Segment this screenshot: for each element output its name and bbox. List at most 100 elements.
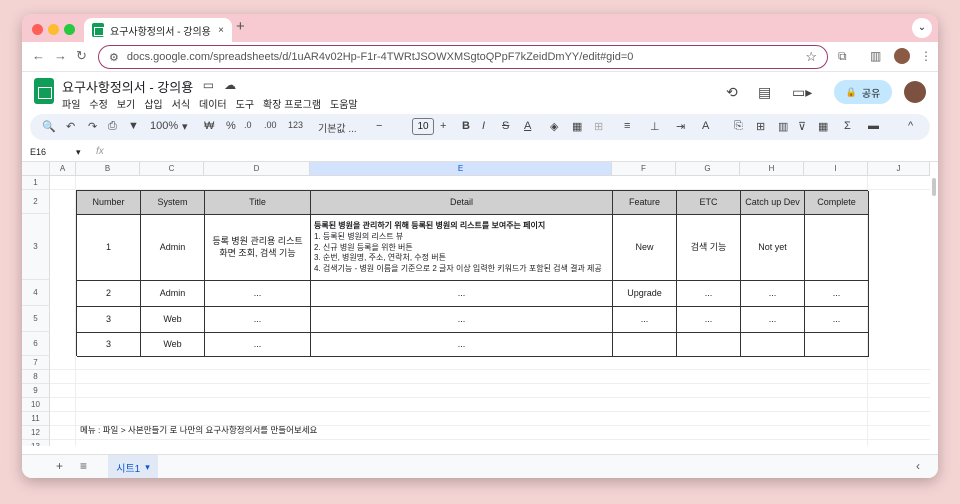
cell-number[interactable]: 3 [77, 307, 141, 333]
name-box-dropdown-icon[interactable]: ▾ [76, 147, 81, 158]
sheets-logo-icon[interactable] [34, 78, 54, 104]
cell-etc[interactable]: 검색 기능 [677, 215, 741, 281]
cell-detail[interactable]: ... [311, 307, 613, 333]
url-text[interactable]: docs.google.com/spreadsheets/d/1uAR4v02H… [127, 51, 797, 63]
cell-etc[interactable]: ... [677, 307, 741, 333]
font-size-minus-button[interactable]: − [376, 120, 382, 132]
select-all-corner[interactable] [22, 162, 50, 176]
filter-views-icon[interactable]: ▦ [818, 120, 828, 133]
extensions-icon[interactable]: ⧉ [838, 49, 847, 64]
filter-icon[interactable]: ⊽ [798, 120, 806, 133]
url-omnibox[interactable]: ⚙ docs.google.com/spreadsheets/d/1uAR4v0… [98, 45, 828, 69]
browser-profile-avatar[interactable] [894, 48, 910, 64]
row-header-5[interactable]: 5 [22, 306, 50, 332]
cell-system[interactable]: Admin [141, 281, 205, 307]
back-button[interactable]: ← [32, 48, 45, 63]
browser-menu-icon[interactable]: ⋮ [920, 49, 932, 63]
header-number[interactable]: Number [77, 191, 141, 215]
row-header-11[interactable]: 11 [22, 412, 50, 426]
version-history-icon[interactable]: ⟲ [726, 84, 738, 101]
functions-icon[interactable]: Σ [844, 120, 851, 132]
row-header-6[interactable]: 6 [22, 332, 50, 356]
insert-link-icon[interactable]: ⎘ [734, 120, 743, 133]
meet-icon[interactable]: ▭▸ [792, 84, 812, 101]
bookmark-star-icon[interactable]: ☆ [805, 49, 817, 65]
cloud-status-icon[interactable]: ☁ [224, 78, 236, 92]
cell-system[interactable]: Web [141, 333, 205, 357]
undo-icon[interactable]: ↶ [66, 120, 75, 133]
row-header-4[interactable]: 4 [22, 280, 50, 306]
header-feature[interactable]: Feature [613, 191, 677, 215]
cell-feature[interactable]: ... [613, 307, 677, 333]
cell-system[interactable]: Web [141, 307, 205, 333]
row-header-9[interactable]: 9 [22, 384, 50, 398]
menu-tools[interactable]: 도구 [236, 96, 254, 111]
font-family-select[interactable]: 기본값 ... [318, 120, 357, 135]
row-header-1[interactable]: 1 [22, 176, 50, 190]
fill-color-icon[interactable]: ◈ [550, 120, 558, 133]
header-detail[interactable]: Detail [311, 191, 613, 215]
share-button[interactable]: 🔒 공유 [834, 80, 892, 104]
zoom-select[interactable]: 100% [150, 120, 178, 132]
maximize-window-button[interactable] [64, 24, 75, 35]
more-formats-button[interactable]: 123 [288, 120, 303, 130]
new-tab-button[interactable]: + [236, 18, 245, 35]
bold-button[interactable]: B [462, 120, 470, 132]
all-sheets-button[interactable]: ≡ [80, 459, 87, 473]
header-system[interactable]: System [141, 191, 205, 215]
row-header-3[interactable]: 3 [22, 214, 50, 280]
header-catchup-dev[interactable]: Catch up Dev [741, 191, 805, 215]
cell-complete[interactable] [805, 215, 869, 281]
column-header-d[interactable]: D [204, 162, 310, 176]
paint-format-icon[interactable]: ▼ [128, 120, 139, 132]
formula-input[interactable] [118, 145, 930, 161]
side-panel-icon[interactable]: ▥ [870, 49, 881, 63]
cell-complete[interactable]: ... [805, 307, 869, 333]
cell-title[interactable]: ... [205, 281, 311, 307]
merge-cells-icon[interactable]: ⊞ [594, 120, 603, 133]
cell-etc[interactable]: ... [677, 281, 741, 307]
name-box[interactable]: E16 [30, 147, 46, 157]
input-tools-icon[interactable]: ▬ [868, 120, 879, 132]
cell-number[interactable]: 3 [77, 333, 141, 357]
close-window-button[interactable] [32, 24, 43, 35]
row-header-10[interactable]: 10 [22, 398, 50, 412]
browser-tab[interactable]: 요구사항정의서 - 강의용 - Google Sheets × [84, 18, 232, 42]
cell-detail[interactable]: 등록된 병원을 관리하기 위해 등록된 병원의 리스트를 보여주는 페이지 1.… [311, 215, 613, 281]
cell-feature[interactable]: New [613, 215, 677, 281]
explore-toggle-icon[interactable]: ‹ [916, 459, 920, 473]
row-header-7[interactable]: 7 [22, 356, 50, 370]
zoom-chevron-icon[interactable]: ▾ [182, 120, 188, 133]
document-title[interactable]: 요구사항정의서 - 강의용 [62, 77, 193, 96]
add-sheet-button[interactable]: + [56, 459, 63, 473]
search-menus-icon[interactable]: 🔍 [42, 120, 56, 133]
column-header-h[interactable]: H [740, 162, 804, 176]
cell-title[interactable]: ... [205, 307, 311, 333]
sheet-tab[interactable]: 시트1 ▾ [108, 455, 158, 478]
cell-system[interactable]: Admin [141, 215, 205, 281]
column-header-c[interactable]: C [140, 162, 204, 176]
vertical-align-icon[interactable]: ⊥ [650, 120, 660, 133]
cell-catchup[interactable]: ... [741, 307, 805, 333]
column-header-b[interactable]: B [76, 162, 140, 176]
collapse-toolbar-icon[interactable]: ^ [908, 120, 913, 132]
cell-number[interactable]: 1 [77, 215, 141, 281]
font-size-input[interactable]: 10 [412, 118, 434, 135]
header-complete[interactable]: Complete [805, 191, 869, 215]
instruction-note[interactable]: 메뉴 : 파일 > 사본만들기 로 나만의 요구사항정의서를 만들어보세요 [80, 424, 317, 436]
forward-button[interactable]: → [54, 48, 67, 63]
menu-file[interactable]: 파일 [62, 96, 80, 111]
header-etc[interactable]: ETC [677, 191, 741, 215]
text-wrap-icon[interactable]: ⇥ [676, 120, 685, 133]
text-rotate-icon[interactable]: A [702, 120, 709, 132]
vertical-scrollbar[interactable] [932, 178, 936, 196]
menu-format[interactable]: 서식 [172, 96, 190, 111]
cell-title[interactable]: 등록 병원 관리용 리스트 화면 조회, 검색 기능 [205, 215, 311, 281]
text-color-button[interactable]: A [524, 120, 531, 132]
menu-insert[interactable]: 삽입 [144, 96, 162, 111]
row-header-12[interactable]: 12 [22, 426, 50, 440]
column-header-a[interactable]: A [50, 162, 76, 176]
column-header-j[interactable]: J [868, 162, 930, 176]
decrease-decimal-button[interactable]: .0 [244, 120, 252, 130]
cell-complete[interactable]: ... [805, 281, 869, 307]
